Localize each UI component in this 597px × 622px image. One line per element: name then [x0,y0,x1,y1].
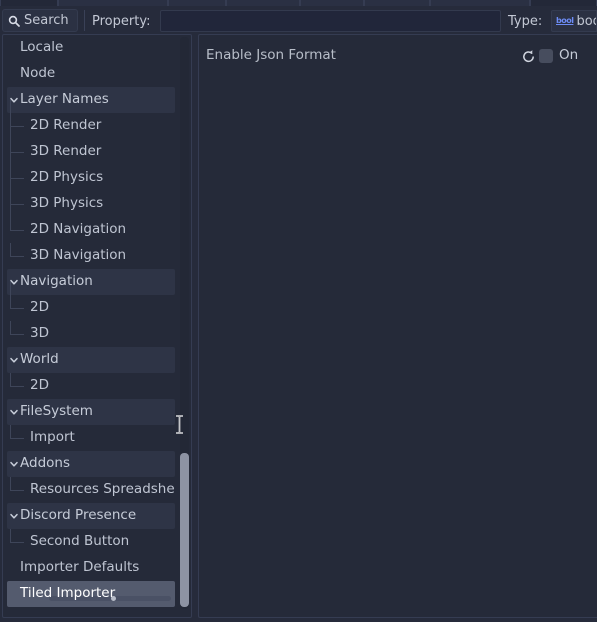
tree-item-2d-navigation[interactable]: 2D Navigation [3,204,191,243]
chevron-down-icon[interactable] [8,406,20,418]
tree-item-3d-render[interactable]: 3D Render [3,126,191,165]
tree-item-2d-physics[interactable]: 2D Physics [3,152,191,191]
revert-icon[interactable] [519,47,537,65]
tree-connector-line [8,321,30,347]
tree-connector-line [8,178,30,217]
tree-item-label: Tiled Importer [20,585,116,602]
tree-item-2d[interactable]: 2D [3,373,191,399]
tree-item-label: 2D Navigation [30,221,127,238]
tree-connector-line [8,425,30,451]
tree-item-world[interactable]: World [3,347,191,373]
tree-item-2d-render[interactable]: 2D Render [3,100,191,139]
property-inspector-panel: Enable Json Format On [198,34,597,618]
editor-window: Search Property: Type: bool boo Locale No… [0,0,597,622]
chevron-down-icon[interactable] [8,510,20,522]
tree-item-label: 3D Render [30,143,102,160]
tree-item-label: Locale [20,39,64,56]
tree-item-label: Layer Names [20,91,109,108]
checkbox-unchecked-icon [539,49,553,63]
type-label: Type: [508,14,543,29]
tree-connector-line [8,529,30,555]
tree-item-label: 3D Physics [30,195,104,212]
tree-item-label: Discord Presence [20,507,137,524]
tree-item-label: 3D Navigation [30,247,127,264]
tree-item-importer-defaults[interactable]: Importer Defaults [3,555,191,581]
type-selector[interactable]: bool boo [551,10,597,32]
tree-connector-line [8,100,30,139]
tree-item-discord-presence[interactable]: Discord Presence [3,503,191,529]
tree-vertical-scrollbar-thumb[interactable] [180,453,189,607]
tree-connector-line [8,373,30,399]
tree-connector-line [8,477,30,503]
tree-item-node[interactable]: Node [3,61,191,87]
tree-item-label: 3D [30,325,49,342]
tree-item-label: FileSystem [20,403,93,420]
property-row: Enable Json Format On [199,43,596,69]
settings-tree-panel: Locale Node Layer Names 2D Render 3D Render 2… [2,34,192,618]
tree-item-locale[interactable]: Locale [3,35,191,61]
tree-item-label: Importer Defaults [20,559,140,576]
tree-connector-line [8,152,30,191]
tree-item-label: 2D [30,377,49,394]
tree-item-label: Navigation [20,273,93,290]
tree-connector-line [8,243,30,269]
tree-item-label: 2D Physics [30,169,104,186]
tree-item-3d-navigation[interactable]: 3D Navigation [3,243,191,269]
search-toolbar: Search Property: Type: bool boo [0,6,597,34]
tree-item-label: Addons [20,455,70,472]
tree-item-layer-names[interactable]: Layer Names [3,87,191,113]
tree-item-resources-spreadshe[interactable]: Resources Spreadshe [3,477,191,503]
tree-item-2d[interactable]: 2D [3,282,191,321]
tree-item-import[interactable]: Import [3,425,191,451]
search-icon [8,15,20,27]
tree-item-3d-physics[interactable]: 3D Physics [3,178,191,217]
chevron-down-icon[interactable] [8,354,20,366]
tree-item-label: Node [20,65,56,82]
search-button-label: Search [24,13,69,28]
tree-item-label: Resources Spreadshe [30,481,175,498]
tree-item-label: 2D [30,299,49,316]
tree-item-filesystem[interactable]: FileSystem [3,399,191,425]
tree-connector-line [8,204,30,243]
settings-tree[interactable]: Locale Node Layer Names 2D Render 3D Render 2… [3,35,191,617]
tree-item-label: Second Button [30,533,130,550]
tree-item-addons[interactable]: Addons [3,451,191,477]
chevron-down-icon[interactable] [8,458,20,470]
tree-item-label: World [20,351,59,368]
checkbox-label: On [559,47,579,64]
property-input[interactable] [160,10,501,32]
bool-type-icon: bool [556,16,574,25]
search-button[interactable]: Search [2,9,78,32]
tree-connector-line [8,126,30,165]
tree-item-label: Import [30,429,75,446]
enable-json-format-checkbox[interactable]: On [539,45,578,67]
property-label: Property: [92,14,151,29]
tree-item-tiled-importer[interactable]: Tiled Importer [3,581,191,607]
type-value-label: boo [576,13,596,29]
toolbar-separator [84,10,85,31]
tree-item-3d[interactable]: 3D [3,321,191,347]
tree-item-label: 2D Render [30,117,102,134]
tree-vertical-scrollbar[interactable] [180,37,189,609]
tree-connector-line [8,282,30,321]
property-row-label: Enable Json Format [206,47,336,64]
tree-item-navigation[interactable]: Navigation [3,269,191,295]
tree-item-second-button[interactable]: Second Button [3,529,191,555]
